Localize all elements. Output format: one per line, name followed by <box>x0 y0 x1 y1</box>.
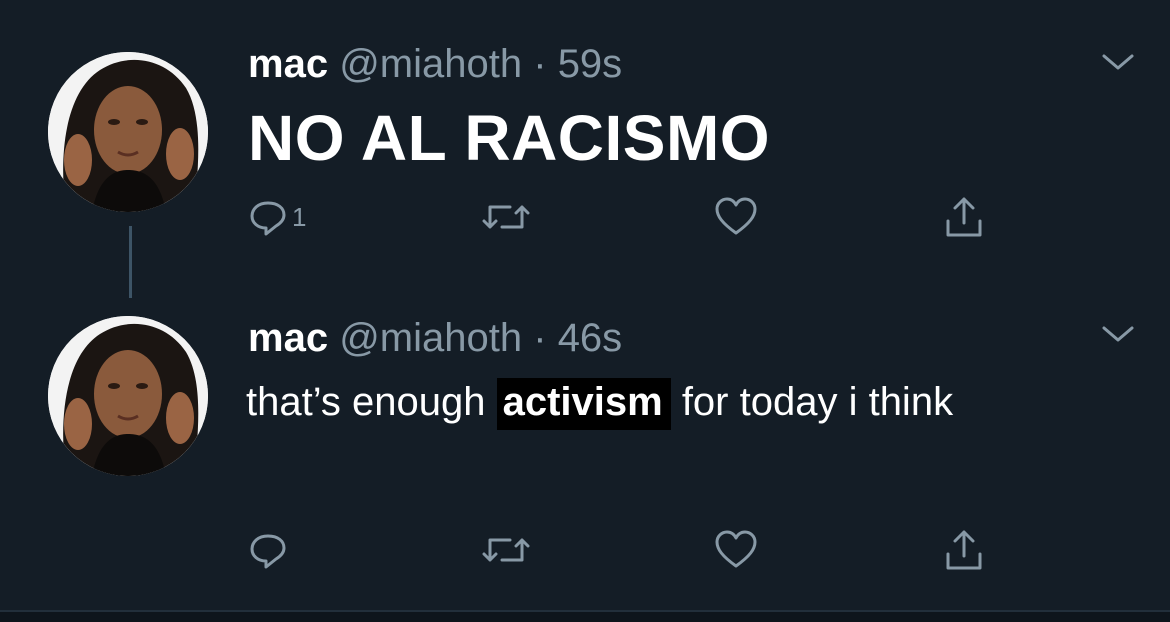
share-button[interactable] <box>942 525 986 575</box>
avatar-photo <box>48 316 208 476</box>
retweet-button[interactable] <box>480 525 532 575</box>
tweet-text: NO AL RACISMO <box>248 102 771 174</box>
tweet-header: mac @miahoth · 46s <box>248 316 622 360</box>
reply-button[interactable] <box>248 525 292 575</box>
tweet-actions <box>240 525 1040 575</box>
avatar[interactable] <box>48 52 208 212</box>
separator-dot: · <box>533 42 547 86</box>
user-handle[interactable]: @miahoth <box>339 316 522 360</box>
reply-button[interactable]: 1 <box>248 192 306 242</box>
share-icon <box>942 528 986 572</box>
heart-icon <box>714 197 758 237</box>
user-handle[interactable]: @miahoth <box>339 42 522 86</box>
tweet-1[interactable]: mac @miahoth · 59s NO AL RACISMO 1 <box>0 0 1170 300</box>
tweet-actions: 1 <box>240 192 1040 242</box>
retweet-icon <box>480 197 532 237</box>
display-name[interactable]: mac <box>248 316 328 360</box>
tweet-header: mac @miahoth · 59s <box>248 42 622 86</box>
separator-dot: · <box>533 316 547 360</box>
reply-icon <box>248 197 288 237</box>
retweet-button[interactable] <box>480 192 532 242</box>
thread-connector-line <box>129 226 132 298</box>
timestamp[interactable]: 46s <box>558 316 623 360</box>
tweet-text-end: for today i think <box>670 380 954 424</box>
reply-count: 1 <box>292 201 307 232</box>
share-icon <box>942 195 986 239</box>
tweet-2[interactable]: mac @miahoth · 46s that’s enough activis… <box>0 300 1170 610</box>
like-button[interactable] <box>714 192 758 242</box>
chevron-down-icon[interactable] <box>1100 322 1136 346</box>
tweet-text: that’s enough activism for today i think <box>246 374 1126 430</box>
share-button[interactable] <box>942 192 986 242</box>
heart-icon <box>714 530 758 570</box>
avatar[interactable] <box>48 316 208 476</box>
tweet-text-start: that’s enough <box>246 380 497 424</box>
chevron-down-icon[interactable] <box>1100 50 1136 74</box>
retweet-icon <box>480 530 532 570</box>
timeline-divider <box>0 610 1170 622</box>
reply-icon <box>248 530 288 570</box>
avatar-photo <box>48 52 208 212</box>
like-button[interactable] <box>714 525 758 575</box>
timestamp[interactable]: 59s <box>558 42 623 86</box>
display-name[interactable]: mac <box>248 42 328 86</box>
highlighted-word: activism <box>496 378 671 430</box>
